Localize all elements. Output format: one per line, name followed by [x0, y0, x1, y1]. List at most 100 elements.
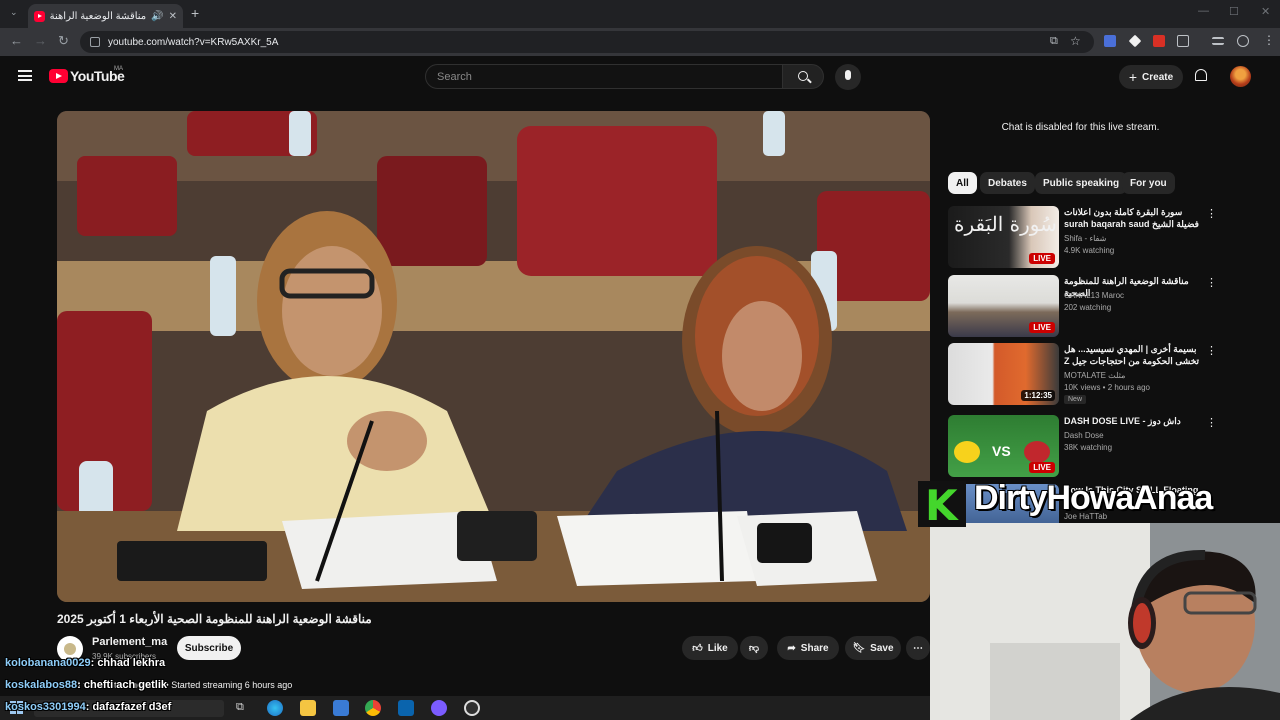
- more-actions-button[interactable]: ⋯: [906, 636, 930, 660]
- recommendation-item[interactable]: LIVE مناقشة الوضعية الراهنة للمنظومة الص…: [948, 275, 1218, 339]
- like-button[interactable]: 👍︎ Like: [682, 636, 738, 660]
- recommendation-item[interactable]: 1:12:35 بسيمة أخرى | المهدي نسيسيد... هل…: [948, 343, 1218, 407]
- youtube-favicon-icon: [34, 10, 45, 22]
- chip-debates[interactable]: Debates: [980, 172, 1035, 194]
- browser-toolbar: ← → ↻ youtube.com/watch?v=KRw5AXKr_5A ⧉ …: [0, 28, 1280, 56]
- discord-icon[interactable]: [431, 700, 447, 716]
- save-label: Save: [870, 642, 894, 654]
- chrome-icon[interactable]: [365, 700, 381, 716]
- recommendation-channel: CANAL13 Maroc: [1064, 291, 1125, 300]
- install-app-icon[interactable]: ⧉: [1050, 35, 1058, 48]
- chip-all[interactable]: All: [948, 172, 977, 194]
- browser-menu-icon[interactable]: ⋮: [1263, 33, 1275, 47]
- profile-icon[interactable]: [1237, 35, 1249, 47]
- stream-chat-message: kolobanana0029: chhad lekhra: [5, 657, 165, 669]
- red-extension-icon[interactable]: [1153, 35, 1165, 47]
- obs-icon[interactable]: [464, 700, 480, 716]
- live-badge: LIVE: [1029, 462, 1055, 473]
- chat-username: koskalabos88: [5, 679, 78, 691]
- recommendation-thumbnail[interactable]: سُورة البَقرة LIVE: [948, 206, 1059, 268]
- search-input[interactable]: Search: [425, 64, 783, 89]
- voice-search-mic-icon[interactable]: [835, 64, 861, 90]
- dislike-button[interactable]: 👎︎: [740, 636, 768, 660]
- recommendation-meta: 10K views • 2 hours ago: [1064, 383, 1150, 392]
- store-icon[interactable]: [333, 700, 349, 716]
- duration-badge: 1:12:35: [1021, 390, 1055, 401]
- user-avatar[interactable]: [1230, 66, 1251, 87]
- menu-hamburger-icon[interactable]: [18, 70, 32, 81]
- youtube-logo-icon[interactable]: [49, 69, 68, 83]
- tab-list-chevron-icon[interactable]: ⌄: [10, 7, 18, 18]
- chip-for-you[interactable]: For you: [1122, 172, 1175, 194]
- close-window-button[interactable]: ✕: [1261, 5, 1270, 18]
- maximize-button[interactable]: ☐: [1229, 5, 1239, 18]
- recommendation-item[interactable]: سُورة البَقرة LIVE سورة البقرة كاملة بدو…: [948, 206, 1218, 270]
- subscribe-button[interactable]: Subscribe: [177, 636, 241, 660]
- share-label: Share: [800, 642, 829, 654]
- more-horizontal-icon: ⋯: [913, 642, 923, 654]
- forward-arrow-icon[interactable]: →: [34, 33, 47, 48]
- recommendation-item[interactable]: VS LIVE DASH DOSE LIVE - داش دوز Dash Do…: [948, 415, 1218, 479]
- webcam-frame: [930, 523, 1280, 720]
- brazil-flag-icon: [954, 441, 980, 463]
- new-tab-button[interactable]: +: [191, 5, 199, 21]
- recommendation-channel: Shifa - شفاء: [1064, 234, 1107, 243]
- chip-public-speaking[interactable]: Public speaking: [1035, 172, 1128, 194]
- diamond-extension-icon[interactable]: [1128, 34, 1142, 48]
- search-button[interactable]: [782, 64, 824, 89]
- site-info-icon[interactable]: [90, 37, 100, 47]
- video-title-text: مناقشة الوضعية الراهنة للمنظومة الصحية ا…: [57, 612, 372, 626]
- chat-username: kolobanana0029: [5, 657, 91, 669]
- plus-icon: +: [1128, 69, 1138, 85]
- recommendation-thumbnail[interactable]: VS LIVE: [948, 415, 1059, 477]
- more-options-icon[interactable]: ⋮: [1206, 276, 1217, 289]
- thumbnail-calligraphy: سُورة البَقرة: [954, 212, 1057, 236]
- recommendation-title: DASH DOSE LIVE - داش دوز: [1064, 416, 1181, 426]
- reading-list-icon[interactable]: [1212, 37, 1224, 45]
- more-options-icon[interactable]: ⋮: [1206, 207, 1217, 220]
- file-explorer-icon[interactable]: [300, 700, 316, 716]
- back-arrow-icon[interactable]: ←: [10, 33, 23, 48]
- more-options-icon[interactable]: ⋮: [1206, 416, 1217, 429]
- video-title: مناقشة الوضعية الراهنة للمنظومة الصحية ا…: [57, 612, 930, 626]
- video-player[interactable]: [57, 111, 930, 602]
- translate-extension-icon[interactable]: [1104, 35, 1116, 47]
- recommendation-title: سورة البقرة كاملة بدون اعلانات فضيلة الش…: [1064, 207, 1199, 229]
- recommendation-meta: 38K watching: [1064, 443, 1113, 452]
- outlook-icon[interactable]: [398, 700, 414, 716]
- chat-username: koskos3301994: [5, 701, 86, 713]
- browser-tab-active[interactable]: مناقشة الوضعية الراهنة للمنظ 🔊 ✕: [28, 4, 183, 28]
- notifications-bell-icon[interactable]: [1195, 69, 1207, 81]
- minimize-button[interactable]: —: [1198, 5, 1209, 17]
- tab-audio-icon[interactable]: 🔊: [151, 11, 163, 22]
- live-badge: LIVE: [1029, 322, 1055, 333]
- chat-text: : chefti ach getlik: [77, 679, 168, 691]
- vs-label: VS: [992, 443, 1011, 459]
- create-label: Create: [1142, 71, 1174, 83]
- share-button[interactable]: ➦ Share: [777, 636, 839, 660]
- reload-icon[interactable]: ↻: [58, 33, 69, 49]
- bookmark-star-icon[interactable]: ☆: [1070, 34, 1081, 48]
- more-options-icon[interactable]: ⋮: [1206, 344, 1217, 357]
- extensions-puzzle-icon[interactable]: [1177, 35, 1189, 47]
- streamer-name-banner: DirtyHowaAnaa: [974, 479, 1213, 517]
- recommendation-thumbnail[interactable]: 1:12:35: [948, 343, 1059, 405]
- like-label: Like: [707, 642, 728, 654]
- live-badge: LIVE: [1029, 253, 1055, 264]
- video-frame: [57, 111, 930, 602]
- recommendation-thumbnail[interactable]: LIVE: [948, 275, 1059, 337]
- save-button[interactable]: 🔖︎ Save: [845, 636, 901, 660]
- morocco-flag-icon: [1024, 441, 1050, 463]
- chat-disabled-message: Chat is disabled for this live stream.: [1001, 122, 1160, 133]
- search-icon: [798, 71, 808, 81]
- stream-chat-message: koskalabos88: chefti ach getlik: [5, 679, 167, 691]
- tab-close-icon[interactable]: ✕: [169, 11, 177, 22]
- edge-browser-icon[interactable]: [267, 700, 283, 716]
- recommendation-title: بسيمة أخرى | المهدي نسيسيد... هل تخشى ال…: [1064, 344, 1200, 366]
- create-button[interactable]: + Create: [1119, 65, 1183, 89]
- task-view-icon[interactable]: ⧉: [236, 701, 244, 714]
- youtube-header: YouTube MA Search + Create: [0, 56, 1280, 98]
- stream-chat-message: koskos3301994: dafazfazef d3ef: [5, 701, 171, 713]
- address-bar[interactable]: youtube.com/watch?v=KRw5AXKr_5A ⧉ ☆: [80, 31, 1094, 53]
- channel-name[interactable]: Parlement_ma: [92, 636, 167, 648]
